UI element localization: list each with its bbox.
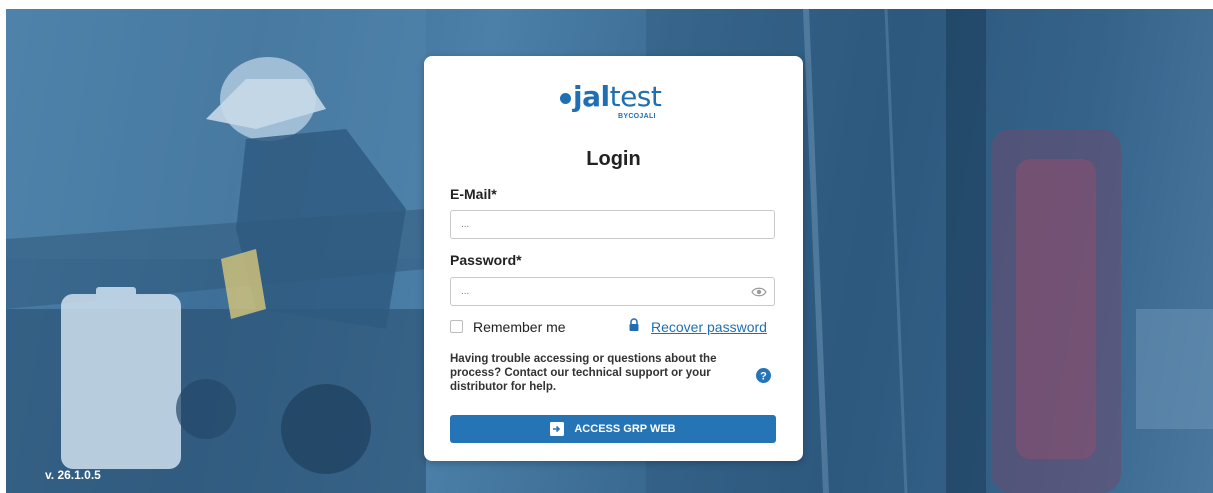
logo-dot-icon xyxy=(560,92,571,104)
logo-text-light: test xyxy=(609,80,662,113)
lock-icon xyxy=(629,318,639,331)
version-label: v. 26.1.0.5 xyxy=(45,468,101,482)
remember-me-label[interactable]: Remember me xyxy=(473,319,566,335)
logo-subtext: BYCOJALI xyxy=(618,113,656,120)
page-title: Login xyxy=(586,148,641,170)
remember-me-checkbox[interactable] xyxy=(450,320,463,333)
logo-text-bold: jal xyxy=(573,80,610,113)
jaltest-logo: jaltest BYCOJALI xyxy=(560,81,680,123)
svg-text:?: ? xyxy=(760,371,767,383)
recover-password-link[interactable]: Recover password xyxy=(651,319,767,335)
password-label: Password* xyxy=(450,252,522,268)
help-text: Having trouble accessing or questions ab… xyxy=(450,353,717,393)
logo-wordmark: jaltest xyxy=(560,80,662,113)
enter-icon xyxy=(550,422,565,436)
access-grp-web-button[interactable]: ACCESS GRP WEB xyxy=(450,415,776,443)
email-field[interactable] xyxy=(450,210,775,239)
eye-icon[interactable] xyxy=(751,286,767,298)
access-button-label: ACCESS GRP WEB xyxy=(574,423,676,435)
help-icon[interactable]: ? xyxy=(756,368,771,383)
password-field[interactable] xyxy=(450,277,775,306)
email-label: E-Mail* xyxy=(450,186,497,202)
login-card: jaltest BYCOJALI Login E-Mail* Password*… xyxy=(424,56,803,461)
